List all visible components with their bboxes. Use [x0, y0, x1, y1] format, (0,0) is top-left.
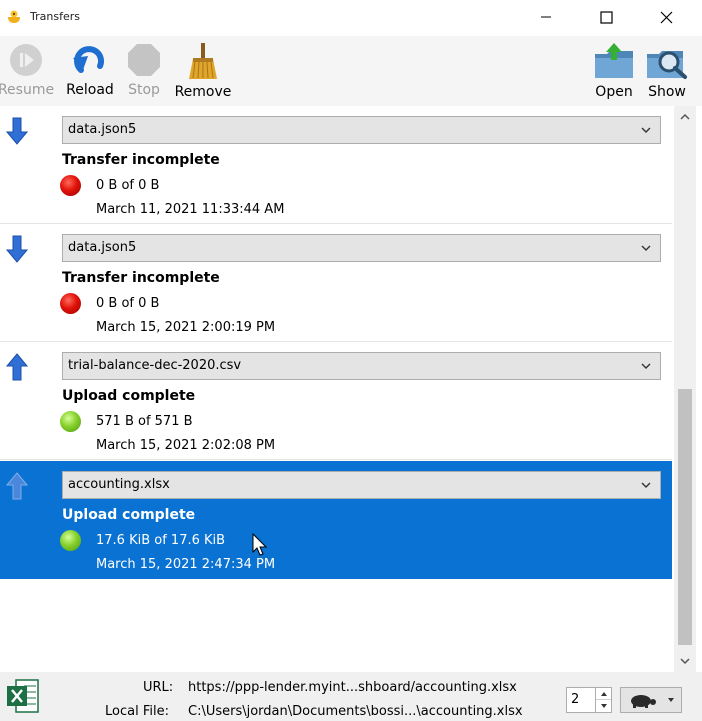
transfer-date: March 15, 2021 2:47:34 PM: [96, 557, 276, 572]
show-label: Show: [648, 84, 686, 100]
chevron-up-icon: [680, 113, 690, 120]
turtle-icon: [631, 695, 656, 708]
chevron-down-icon: [641, 245, 651, 251]
transfer-size: 0 B of 0 B: [96, 178, 160, 193]
minimize-icon: [541, 16, 551, 18]
file-select[interactable]: data.json5: [62, 116, 661, 144]
url-value: https://ppp-lender.myint...shboard/accou…: [188, 680, 517, 695]
minimize-button[interactable]: [516, 0, 576, 34]
file-name: trial-balance-dec-2020.csv: [68, 358, 242, 373]
file-select[interactable]: trial-balance-dec-2020.csv: [62, 352, 661, 380]
transfer-status: Upload complete: [62, 507, 196, 523]
transfer-item-selected[interactable]: accounting.xlsx Upload complete 17.6 KiB…: [0, 461, 672, 579]
maximize-icon: [599, 10, 613, 24]
download-arrow-icon: [6, 235, 28, 263]
connections-value: 2: [571, 692, 580, 707]
chevron-down-icon: [641, 127, 651, 133]
scroll-thumb[interactable]: [678, 389, 692, 645]
vertical-scrollbar[interactable]: [674, 106, 696, 672]
transfer-status: Transfer incomplete: [62, 152, 220, 168]
bandwidth-throttle-dropdown[interactable]: [620, 687, 682, 713]
file-select[interactable]: data.json5: [62, 234, 661, 262]
window-title: Transfers: [30, 10, 80, 23]
transfer-item[interactable]: trial-balance-dec-2020.csv Upload comple…: [0, 342, 672, 460]
maximize-button[interactable]: [576, 0, 636, 34]
resume-icon: [10, 44, 42, 76]
success-status-icon: [60, 530, 81, 551]
success-status-icon: [60, 411, 81, 432]
stop-icon: [128, 44, 160, 76]
upload-arrow-icon: [6, 353, 28, 381]
url-label: URL:: [143, 680, 174, 695]
resume-button[interactable]: Resume: [0, 36, 55, 106]
file-select[interactable]: accounting.xlsx: [62, 471, 661, 499]
remove-broom-icon: [189, 43, 217, 79]
chevron-up-icon: [600, 691, 607, 696]
remove-label: Remove: [174, 84, 232, 100]
title-bar: Transfers: [0, 0, 702, 36]
stepper-buttons: [595, 688, 611, 712]
mouse-cursor-icon: [252, 533, 268, 556]
stepper-up-button[interactable]: [596, 688, 611, 700]
open-folder-icon: [595, 43, 633, 78]
scroll-up-button[interactable]: [674, 106, 696, 128]
chevron-down-icon: [668, 698, 674, 702]
transfer-size: 571 B of 571 B: [96, 414, 193, 429]
error-status-icon: [60, 175, 81, 196]
show-button[interactable]: Show: [642, 36, 692, 106]
transfer-size: 0 B of 0 B: [96, 296, 160, 311]
transfer-list: data.json5 Transfer incomplete 0 B of 0 …: [0, 106, 672, 672]
reload-button[interactable]: Reload: [62, 36, 118, 106]
app-icon: [8, 10, 20, 23]
stepper-down-button[interactable]: [596, 700, 611, 712]
close-button[interactable]: [636, 0, 696, 34]
excel-file-icon: [7, 679, 39, 713]
file-name: accounting.xlsx: [68, 477, 170, 492]
transfer-item[interactable]: data.json5 Transfer incomplete 0 B of 0 …: [0, 106, 672, 224]
error-status-icon: [60, 293, 81, 314]
resume-label: Resume: [0, 82, 55, 98]
reload-label: Reload: [66, 82, 114, 98]
toolbar: Resume Reload Stop Remove Open Show: [0, 36, 702, 106]
download-arrow-icon: [6, 117, 28, 145]
reload-icon: [73, 46, 105, 73]
transfer-date: March 15, 2021 2:00:19 PM: [96, 320, 276, 335]
transfer-status: Upload complete: [62, 388, 196, 404]
chevron-down-icon: [641, 482, 651, 488]
open-label: Open: [595, 84, 633, 100]
transfer-status: Transfer incomplete: [62, 270, 220, 286]
upload-arrow-icon: [6, 472, 28, 500]
chevron-down-icon: [600, 704, 607, 708]
close-icon: [660, 11, 672, 23]
scroll-down-button[interactable]: [674, 650, 696, 672]
chevron-down-icon: [641, 363, 651, 369]
local-file-value: C:\Users\jordan\Documents\bossi...\accou…: [188, 704, 523, 719]
stop-button[interactable]: Stop: [122, 36, 166, 106]
show-folder-icon: [647, 51, 687, 79]
local-file-label: Local File:: [105, 704, 169, 719]
transfer-item[interactable]: data.json5 Transfer incomplete 0 B of 0 …: [0, 224, 672, 342]
open-button[interactable]: Open: [592, 36, 636, 106]
connections-stepper[interactable]: 2: [566, 687, 612, 713]
transfer-date: March 15, 2021 2:02:08 PM: [96, 438, 276, 453]
file-name: data.json5: [68, 240, 137, 255]
file-name: data.json5: [68, 122, 137, 137]
remove-button[interactable]: Remove: [172, 36, 234, 106]
stop-label: Stop: [128, 82, 160, 98]
chevron-down-icon: [680, 658, 690, 665]
transfer-size: 17.6 KiB of 17.6 KiB: [96, 533, 226, 548]
transfer-date: March 11, 2021 11:33:44 AM: [96, 202, 285, 217]
details-footer: URL: https://ppp-lender.myint...shboard/…: [0, 672, 702, 721]
